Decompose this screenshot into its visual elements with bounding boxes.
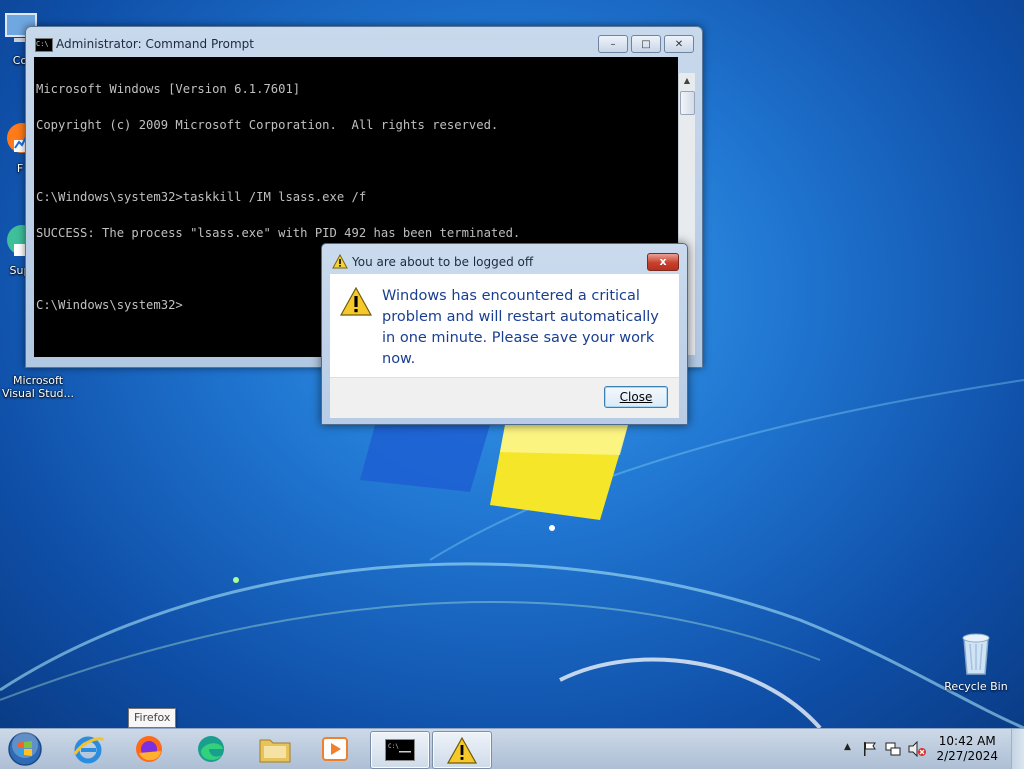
taskbar-edge[interactable] [184,731,238,767]
windows-orb-icon [8,732,42,766]
show-desktop-button[interactable] [1011,729,1024,769]
scroll-up-icon[interactable]: ▲ [679,73,695,89]
taskbar: C:\ ▲ 10:42 AM 2/27/2024 [0,728,1024,769]
cmd-app-icon: C:\ [35,38,53,52]
taskbar-firefox[interactable] [122,731,176,767]
dialog-title: You are about to be logged off [352,255,534,269]
system-tray: ▲ 10:42 AM 2/27/2024 [834,729,1024,769]
edge-icon [198,736,224,762]
warning-icon [332,254,348,269]
minimize-button[interactable]: – [598,35,628,53]
close-button[interactable]: Close [604,386,668,408]
taskbar-clock[interactable]: 10:42 AM 2/27/2024 [936,734,998,764]
maximize-button[interactable]: □ [631,35,661,53]
dialog-footer: Close [330,377,679,418]
dialog-message: Windows has encountered a critical probl… [382,288,659,367]
media-player-icon [322,737,348,761]
volume-muted-icon[interactable] [908,741,926,757]
close-button[interactable]: ✕ [664,35,694,53]
cmd-window-title: Administrator: Command Prompt [56,37,254,51]
action-center-flag-icon[interactable] [862,741,878,757]
start-button[interactable] [4,730,46,768]
command-prompt-icon: C:\ [385,739,415,761]
taskbar-media-player[interactable] [308,731,362,767]
scrollbar-thumb[interactable] [680,91,695,115]
firefox-icon [136,736,162,762]
console-line: SUCCESS: The process "lsass.exe" with PI… [36,226,521,240]
desktop-icon-label: Microsoft Visual Stud... [1,374,75,400]
network-icon[interactable] [885,741,901,757]
clock-time: 10:42 AM [938,734,996,748]
console-line: Microsoft Windows [Version 6.1.7601] [36,82,301,96]
internet-explorer-icon [73,736,105,764]
taskbar-command-prompt[interactable]: C:\ [370,731,430,769]
dialog-close-x-button[interactable]: x [647,253,679,271]
taskbar-internet-explorer[interactable] [62,731,116,767]
desktop-icon-label: F [16,162,24,175]
taskbar-tooltip: Firefox [128,708,177,728]
taskbar-file-explorer[interactable] [248,731,302,767]
recycle-bin-icon [956,630,996,676]
dialog-body: Windows has encountered a critical probl… [330,274,679,377]
svg-text:C:\: C:\ [388,743,399,750]
taskbar-warning-dialog[interactable] [432,731,492,769]
close-icon: ✕ [674,38,684,50]
maximize-icon: □ [641,38,651,50]
clock-date: 2/27/2024 [936,749,998,763]
warning-icon [447,736,477,764]
console-line: C:\Windows\system32>taskkill /IM lsass.e… [36,190,367,204]
minimize-icon: – [610,38,616,50]
folder-icon [259,739,291,763]
cmd-titlebar[interactable]: C:\ Administrator: Command Prompt – □ ✕ [26,27,702,57]
logoff-dialog[interactable]: You are about to be logged off x Windows… [321,243,688,425]
console-line: Copyright (c) 2009 Microsoft Corporation… [36,118,499,132]
close-icon: x [659,255,667,268]
recycle-bin-label: Recycle Bin [944,680,1008,693]
warning-large-icon [340,287,372,316]
show-hidden-icons-button[interactable]: ▲ [844,742,851,752]
desktop-icon-recycle-bin[interactable]: Recycle Bin [940,630,1012,693]
